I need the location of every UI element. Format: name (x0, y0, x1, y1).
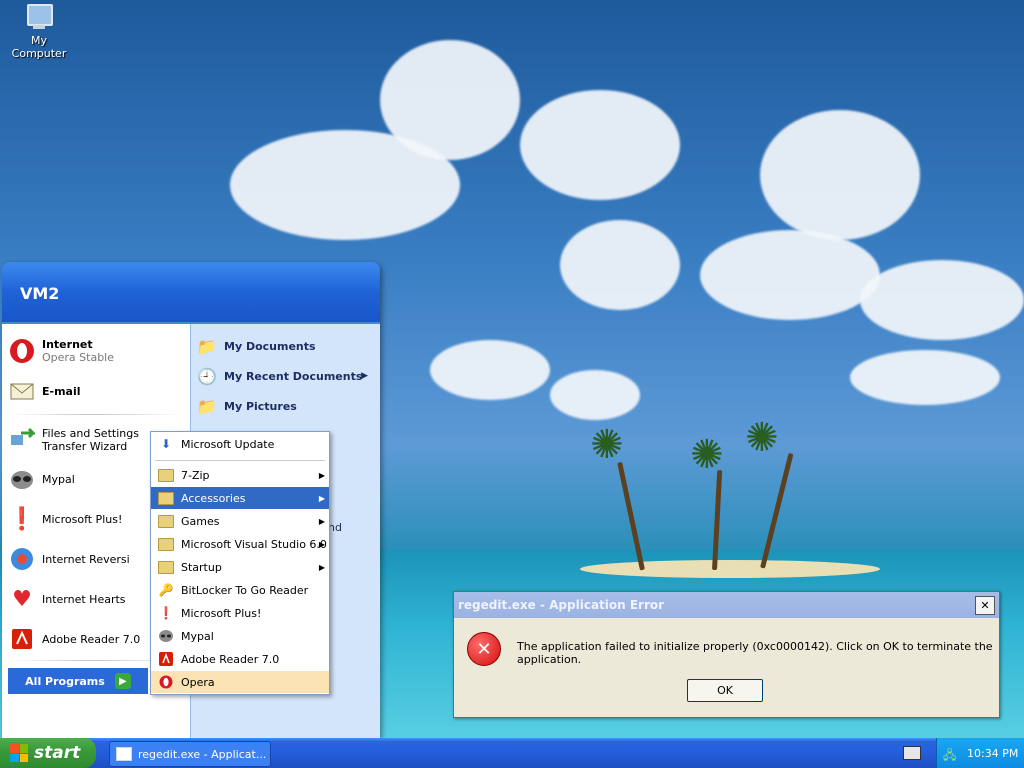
cloud (380, 40, 520, 160)
dialog-message: The application failed to initialize pro… (517, 640, 993, 666)
palm-leaves-icon: ✺ (690, 432, 724, 478)
dialog-title: regedit.exe - Application Error (458, 598, 665, 612)
error-dialog: regedit.exe - Application Error ✕ ✕ The … (453, 591, 1000, 718)
submenu-item-microsoft-update[interactable]: ⬇ Microsoft Update (151, 433, 329, 455)
email-icon (8, 377, 36, 405)
transfer-wizard-icon (8, 426, 36, 454)
folder-icon: 📁 (197, 396, 217, 416)
arrow-right-icon: ▶ (114, 673, 131, 689)
microsoft-plus-icon: ❗ (8, 506, 36, 532)
taskbar-button-regedit[interactable]: regedit.exe - Applicat... (109, 741, 271, 767)
submenu-item-adobe-reader[interactable]: Adobe Reader 7.0 (151, 648, 329, 670)
my-computer-icon (23, 2, 55, 32)
keyboard-icon[interactable] (903, 746, 921, 760)
start-menu-header: VM2 (2, 262, 380, 322)
folder-icon (157, 467, 175, 483)
submenu-item-startup[interactable]: Startup ▶ (151, 556, 329, 578)
programs-submenu: ⬇ Microsoft Update 7-Zip ▶ Accessories ▶… (150, 431, 330, 695)
taskbar: start regedit.exe - Applicat... 🖧 10:34 … (0, 738, 1024, 768)
bitlocker-icon: 🔑 (158, 583, 174, 597)
desktop-icon-my-computer[interactable]: My Computer (4, 2, 74, 60)
system-tray: 🖧 10:34 PM (936, 738, 1024, 768)
submenu-item-bitlocker[interactable]: 🔑 BitLocker To Go Reader (151, 579, 329, 601)
start-right-partial-text: nd (328, 521, 342, 534)
error-icon: ✕ (467, 632, 501, 666)
mypal-icon (157, 628, 175, 644)
submenu-item-mypal[interactable]: Mypal (151, 625, 329, 647)
chevron-right-icon: ▶ (318, 493, 325, 503)
palm-leaves-icon: ✺ (590, 422, 624, 468)
submenu-item-games[interactable]: Games ▶ (151, 510, 329, 532)
adobe-reader-icon (8, 625, 36, 653)
cloud (700, 230, 880, 320)
submenu-item-microsoft-plus[interactable]: ❗ Microsoft Plus! (151, 602, 329, 624)
separator (8, 414, 180, 415)
cloud (550, 370, 640, 420)
cloud (850, 350, 1000, 405)
chevron-right-icon: ▶ (318, 562, 325, 572)
cloud (560, 220, 680, 310)
user-name: VM2 (20, 284, 60, 303)
start-right-my-pictures[interactable]: 📁 My Pictures (196, 393, 376, 419)
cloud (430, 340, 550, 400)
mypal-icon (8, 465, 36, 493)
folder-icon (157, 536, 175, 552)
dialog-title-bar[interactable]: regedit.exe - Application Error ✕ (454, 592, 999, 618)
folder-icon (157, 490, 175, 506)
internet-reversi-icon (8, 545, 36, 573)
close-icon[interactable]: ✕ (975, 596, 995, 615)
windows-update-icon: ⬇ (160, 437, 172, 451)
cloud (520, 90, 680, 200)
start-right-my-recent-documents[interactable]: 🕘 My Recent Documents ▶ (196, 363, 376, 389)
cloud (760, 110, 920, 240)
desktop-icon-label: My Computer (11, 34, 67, 60)
start-pinned-internet[interactable]: Internet Opera Stable (8, 334, 186, 368)
window-icon (116, 747, 132, 761)
microsoft-plus-icon: ❗ (158, 606, 174, 620)
all-programs-button[interactable]: All Programs ▶ (8, 668, 148, 694)
network-icon[interactable]: 🖧 (943, 746, 957, 762)
windows-logo-icon (10, 744, 28, 762)
recent-docs-icon: 🕘 (197, 366, 217, 386)
folder-icon: 📁 (197, 336, 217, 356)
opera-icon (157, 674, 175, 690)
chevron-right-icon: ▶ (318, 470, 325, 480)
palm-leaves-icon: ✺ (745, 415, 779, 461)
submenu-item-accessories[interactable]: Accessories ▶ (151, 487, 329, 509)
cloud (860, 260, 1024, 340)
folder-icon (157, 559, 175, 575)
island (580, 560, 880, 578)
start-right-my-documents[interactable]: 📁 My Documents (196, 333, 376, 359)
folder-icon (157, 513, 175, 529)
opera-icon (8, 337, 36, 365)
submenu-item-visual-studio[interactable]: Microsoft Visual Studio 6.0 ▶ (151, 533, 329, 555)
submenu-item-7zip[interactable]: 7-Zip ▶ (151, 464, 329, 486)
start-pinned-email[interactable]: E-mail (8, 374, 186, 408)
chevron-right-icon: ▶ (318, 516, 325, 526)
ok-button[interactable]: OK (687, 679, 763, 702)
start-button[interactable]: start (0, 738, 96, 768)
adobe-reader-icon (157, 651, 175, 667)
internet-hearts-icon: ♥ (12, 586, 32, 612)
separator (155, 460, 325, 461)
clock[interactable]: 10:34 PM (967, 747, 1018, 760)
chevron-right-icon: ▶ (318, 539, 325, 549)
chevron-right-icon: ▶ (361, 371, 368, 381)
submenu-item-opera[interactable]: Opera (151, 671, 329, 693)
